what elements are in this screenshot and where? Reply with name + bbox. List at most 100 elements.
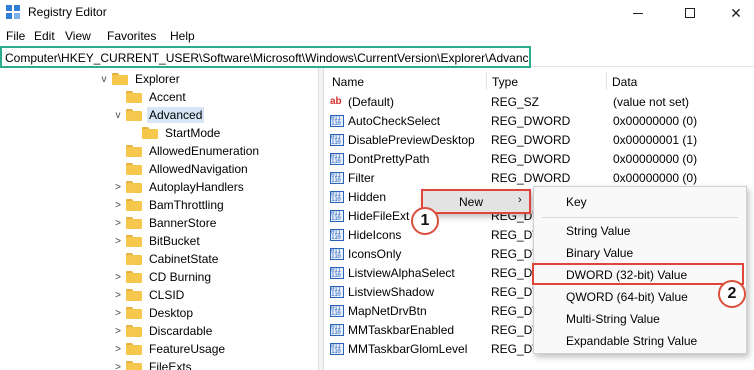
address-bar[interactable]: Computer\HKEY_CURRENT_USER\Software\Micr… — [0, 46, 531, 68]
menu-view[interactable]: View — [65, 29, 91, 43]
close-button[interactable]: ✕ — [716, 2, 754, 24]
tree-item-allowedenumeration[interactable]: AllowedEnumeration — [112, 142, 261, 160]
tree-item-startmode[interactable]: StartMode — [128, 124, 222, 142]
chevron-right-icon[interactable]: > — [112, 340, 124, 358]
value-row[interactable]: ab (Default) REG_SZ (value not set) — [324, 93, 754, 112]
chevron-right-icon[interactable]: > — [112, 286, 124, 304]
tree-item-bamthrottling[interactable]: > BamThrottling — [112, 196, 226, 214]
tree-item-desktop[interactable]: > Desktop — [112, 304, 195, 322]
value-name: DontPrettyPath — [348, 152, 430, 166]
value-data: 0x00000000 (0) — [613, 171, 698, 185]
value-name: MMTaskbarGlomLevel — [348, 342, 468, 356]
tree-item-bannerstore[interactable]: > BannerStore — [112, 214, 218, 232]
chevron-right-icon[interactable]: > — [112, 358, 124, 370]
tree-item-accent[interactable]: Accent — [112, 88, 188, 106]
minimize-button[interactable] — [618, 2, 658, 24]
tree-item-cd-burning[interactable]: > CD Burning — [112, 268, 213, 286]
binary-value-icon: 011 110 — [330, 210, 344, 222]
value-name: DisablePreviewDesktop — [348, 133, 475, 147]
chevron-right-icon[interactable]: > — [112, 304, 124, 322]
tree-item-label: StartMode — [165, 126, 221, 140]
tree-item-label: FileExts — [149, 360, 192, 370]
column-divider[interactable] — [606, 72, 607, 90]
column-divider[interactable] — [486, 72, 487, 90]
tree-item-featureusage[interactable]: > FeatureUsage — [112, 340, 227, 358]
submenu-key[interactable]: Key — [566, 195, 587, 215]
tree-item-label: CabinetState — [149, 252, 219, 266]
folder-icon — [126, 181, 142, 193]
value-type: REG_DWORD — [491, 114, 571, 128]
window-title: Registry Editor — [28, 5, 107, 19]
tree-item-label: Accent — [149, 90, 186, 104]
value-type: REG_SZ — [491, 95, 540, 109]
folder-icon — [126, 235, 142, 247]
chevron-right-icon[interactable]: > — [112, 322, 124, 340]
folder-icon — [126, 91, 142, 103]
tree-item-label: FeatureUsage — [149, 342, 226, 356]
tree-item-label: Desktop — [149, 306, 194, 320]
tree-item-fileexts[interactable]: > FileExts — [112, 358, 194, 370]
column-header-type[interactable]: Type — [492, 72, 518, 92]
menu-edit[interactable]: Edit — [34, 29, 55, 43]
column-header-name[interactable]: Name — [332, 72, 364, 92]
binary-value-icon: 011 110 — [330, 134, 344, 146]
key-tree[interactable]: v Explorer Accent v Advanced StartMode A… — [0, 68, 318, 370]
menu-help[interactable]: Help — [170, 29, 195, 43]
tree-item-allowednavigation[interactable]: AllowedNavigation — [112, 160, 250, 178]
chevron-right-icon[interactable]: > — [112, 268, 124, 286]
folder-icon — [126, 361, 142, 370]
value-name: AutoCheckSelect — [348, 114, 441, 128]
value-row[interactable]: 011 110 DisablePreviewDesktop REG_DWORD … — [324, 131, 754, 150]
menu-file[interactable]: File — [6, 29, 25, 43]
tree-item-advanced[interactable]: v Advanced — [112, 106, 205, 124]
tree-item-autoplayhandlers[interactable]: > AutoplayHandlers — [112, 178, 246, 196]
folder-icon — [126, 289, 142, 301]
chevron-right-icon[interactable]: > — [112, 214, 124, 232]
tree-item-label: AllowedNavigation — [149, 162, 248, 176]
submenu-string-value[interactable]: String Value — [566, 224, 630, 244]
value-data: (value not set) — [613, 95, 690, 109]
chevron-down-icon[interactable]: v — [112, 106, 124, 124]
value-data: 0x00000000 (0) — [613, 114, 698, 128]
tree-item-clsid[interactable]: > CLSID — [112, 286, 186, 304]
value-name: MapNetDrvBtn — [348, 304, 427, 318]
value-name: IconsOnly — [348, 247, 402, 261]
folder-icon — [126, 163, 142, 175]
value-name: ListviewShadow — [348, 285, 435, 299]
chevron-right-icon[interactable]: > — [112, 196, 124, 214]
dword-highlight-box — [532, 263, 744, 285]
submenu-multi-string-value[interactable]: Multi-String Value — [566, 312, 660, 332]
tree-item-label: AutoplayHandlers — [149, 180, 244, 194]
chevron-down-icon[interactable]: v — [98, 70, 110, 88]
tree-item-label: CLSID — [149, 288, 185, 302]
column-header-data[interactable]: Data — [612, 72, 637, 92]
chevron-right-icon[interactable]: > — [112, 178, 124, 196]
tree-item-cabinetstate[interactable]: CabinetState — [112, 250, 220, 268]
folder-icon — [126, 271, 142, 283]
submenu-expandable-string-value[interactable]: Expandable String Value — [566, 334, 697, 354]
folder-icon — [142, 127, 158, 139]
menu-favorites[interactable]: Favorites — [107, 29, 156, 43]
menu-bar: File Edit View Favorites Help — [0, 26, 754, 46]
binary-value-icon: 011 110 — [330, 305, 344, 317]
tree-item-explorer[interactable]: v Explorer — [98, 70, 182, 88]
tree-item-bitbucket[interactable]: > BitBucket — [112, 232, 202, 250]
title-bar: Registry Editor ✕ — [0, 0, 754, 26]
submenu-qword-value[interactable]: QWORD (64-bit) Value — [566, 290, 688, 310]
binary-value-icon: 011 110 — [330, 267, 344, 279]
tree-item-discardable[interactable]: > Discardable — [112, 322, 214, 340]
chevron-right-icon[interactable]: > — [112, 232, 124, 250]
binary-value-icon: 011 110 — [330, 229, 344, 241]
folder-icon — [126, 217, 142, 229]
tree-item-label: BitBucket — [149, 234, 200, 248]
value-name: Filter — [348, 171, 375, 185]
value-row[interactable]: 011 110 DontPrettyPath REG_DWORD 0x00000… — [324, 150, 754, 169]
tree-item-label: Explorer — [135, 72, 180, 86]
folder-icon — [126, 343, 142, 355]
maximize-button[interactable] — [670, 2, 710, 24]
step-badge-1: 1 — [411, 207, 439, 235]
tree-item-label: AllowedEnumeration — [149, 144, 260, 158]
value-row[interactable]: 011 110 AutoCheckSelect REG_DWORD 0x0000… — [324, 112, 754, 131]
registry-editor-icon — [6, 5, 20, 19]
string-value-icon: ab — [330, 96, 342, 107]
